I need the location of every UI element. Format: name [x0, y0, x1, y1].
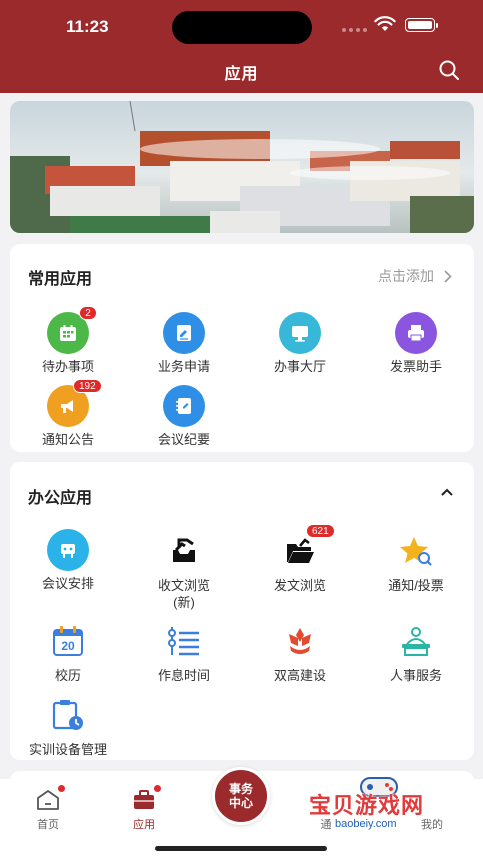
tab-home[interactable]: 首页 — [8, 785, 88, 832]
inbox-tray-icon — [162, 529, 206, 573]
wifi-icon — [374, 16, 396, 31]
notification-dot — [58, 785, 65, 792]
app-incoming-docs[interactable]: 收文浏览 (新) — [126, 529, 242, 611]
common-apps-title: 常用应用 — [28, 271, 93, 288]
signal-icon — [342, 28, 368, 32]
app-hr-service[interactable]: 人事服务 — [358, 619, 474, 684]
app-label: 业务申请 — [157, 359, 210, 374]
battery-icon — [405, 18, 438, 32]
briefcase-icon — [131, 785, 161, 812]
campus-photo — [10, 101, 474, 233]
app-label: 人事服务 — [389, 668, 442, 683]
add-app-label: 点击添加 — [378, 268, 434, 284]
badge-count: 192 — [73, 379, 102, 393]
badge-count: 621 — [306, 524, 335, 538]
app-business-apply[interactable]: 业务申请 — [126, 312, 242, 375]
app-schedule-time[interactable]: 作息时间 — [126, 619, 242, 684]
home-icon — [35, 785, 65, 812]
home-indicator — [155, 846, 327, 851]
app-invoice-helper[interactable]: 发票助手 — [358, 312, 474, 375]
edit-document-icon — [163, 312, 205, 354]
app-school-calendar[interactable]: 20 校历 — [10, 619, 126, 684]
add-app-link[interactable]: 点击添加 — [378, 266, 452, 286]
svg-text:20: 20 — [61, 639, 75, 653]
app-label: 双高建设 — [273, 668, 326, 683]
status-time: 11:23 — [66, 17, 109, 36]
app-notice-vote[interactable]: 通知/投票 — [358, 529, 474, 594]
watermark: 宝贝游戏网 baobeiy.com — [305, 774, 455, 844]
office-apps-title: 办公应用 — [28, 490, 93, 507]
meeting-icon — [47, 529, 89, 571]
calendar-20-icon: 20 — [46, 619, 90, 663]
notification-dot — [154, 785, 161, 792]
app-training-equipment[interactable]: 实训设备管理 — [10, 693, 126, 758]
clipboard-clock-icon — [46, 693, 90, 737]
app-label: 实训设备管理 — [28, 742, 107, 757]
printer-icon — [395, 312, 437, 354]
app-label: 作息时间 — [157, 668, 210, 683]
campus-banner[interactable] — [10, 101, 474, 233]
watermark-text: 宝贝游戏网 — [309, 793, 425, 818]
center-button-line2: 中心 — [228, 796, 253, 810]
badge-count: 2 — [79, 306, 97, 320]
calendar-icon: 2 — [47, 306, 97, 354]
tab-label: 应用 — [133, 819, 155, 831]
app-label: 会议纪要 — [157, 432, 210, 447]
app-meeting-schedule[interactable]: 会议安排 — [10, 529, 126, 592]
app-label: 发文浏览 — [273, 578, 326, 593]
app-label: 通知公告 — [41, 432, 94, 447]
watermark-url: baobeiy.com — [335, 818, 397, 830]
star-search-icon — [394, 529, 438, 573]
chevron-right-icon — [444, 269, 452, 283]
app-todo[interactable]: 2 待办事项 — [10, 306, 126, 375]
chevron-up-icon[interactable] — [440, 487, 454, 497]
affairs-center-button[interactable]: 事务 中心 — [212, 767, 270, 825]
dynamic-island — [172, 11, 312, 44]
office-apps-card: 办公应用 会议安排 收文浏览(新) 621 发文浏览 通知/投票 20 校历 — [10, 462, 474, 760]
page-title: 应用 — [224, 66, 259, 83]
app-label: 办事大厅 — [273, 359, 326, 374]
flower-icon — [278, 619, 322, 663]
megaphone-icon: 192 — [47, 379, 102, 427]
app-label: 会议安排 — [41, 576, 94, 591]
common-apps-card: 常用应用 点击添加 2 待办事项 业务申请 办事大厅 发票助手 192 通知公告… — [10, 244, 474, 452]
people-service-icon — [394, 619, 438, 663]
list-clock-icon — [162, 619, 206, 663]
app-notice[interactable]: 192 通知公告 — [10, 379, 126, 448]
search-icon[interactable] — [438, 59, 460, 81]
app-meeting-minutes[interactable]: 会议纪要 — [126, 385, 242, 448]
monitor-icon — [279, 312, 321, 354]
folder-open-icon: 621 — [278, 524, 335, 573]
app-label: 发票助手 — [389, 359, 442, 374]
notebook-icon — [163, 385, 205, 427]
center-button-line1: 事务 — [228, 782, 253, 796]
app-label: 收文浏览 (新) — [157, 578, 210, 610]
app-label: 校历 — [54, 668, 81, 683]
app-service-hall[interactable]: 办事大厅 — [242, 312, 358, 375]
tab-apps[interactable]: 应用 — [104, 785, 184, 832]
app-outgoing-docs[interactable]: 621 发文浏览 — [242, 524, 358, 594]
tab-label: 首页 — [37, 819, 59, 831]
top-bar: 11:23 应用 — [0, 0, 483, 93]
app-label: 待办事项 — [41, 359, 94, 374]
app-double-high[interactable]: 双高建设 — [242, 619, 358, 684]
app-label: 通知/投票 — [388, 578, 444, 593]
